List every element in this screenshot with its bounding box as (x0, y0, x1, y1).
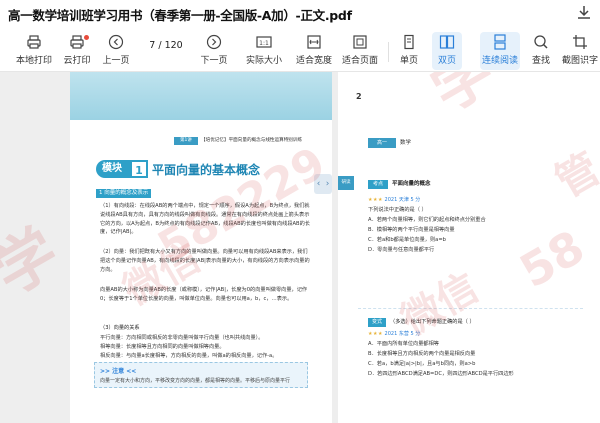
lesson-tag: 第1讲 (174, 137, 198, 145)
question-option: C．若a和b都是单位向量，则a=b (368, 237, 446, 243)
question-meta: ★★★ 2021 东营 5 分 (368, 330, 420, 338)
watermark: 学 (0, 214, 71, 309)
search-icon (534, 35, 548, 49)
fit-width-label: 适合宽度 (295, 56, 332, 66)
svg-text:1:1: 1:1 (259, 40, 269, 47)
find-label: 查找 (531, 56, 550, 66)
kp-title: 平面向量的概念 (392, 181, 431, 187)
local-print-label: 本地打印 (15, 56, 52, 66)
double-page-icon (439, 35, 455, 49)
fit-width-icon (307, 35, 321, 49)
actual-size-label: 实际大小 (245, 56, 282, 66)
next-page-button[interactable]: 下一页 (198, 34, 230, 68)
question-source: 2021 天津 5 分 (384, 197, 421, 203)
double-page-button[interactable]: 双页 (432, 32, 462, 70)
fit-width-button[interactable]: 适合宽度 (294, 34, 334, 68)
lesson-title: 【培优记忆】平面向量的概念与线性运算特别训练 (201, 138, 303, 143)
chevron-left-circle-icon (108, 34, 124, 50)
side-tab[interactable]: 研读 (338, 176, 354, 190)
find-button[interactable]: 查找 (530, 34, 552, 68)
divider (358, 308, 583, 309)
question-source: 2021 东营 5 分 (384, 331, 421, 337)
continuous-read-button[interactable]: 连续阅读 (480, 32, 520, 70)
actual-size-button[interactable]: 1:1 实际大小 (244, 34, 284, 68)
difficulty-stars: ★★★ (368, 331, 383, 337)
subject-label: 数学 (400, 140, 412, 146)
title-bar: 高一数学培训班学习用书（春季第一册-全国版-A加）-正文.pdf (0, 0, 600, 28)
note-text: 向量一定有大小和方向，平移改变方向的向量，都是相等的向量。平移后与原向量平行 (100, 378, 291, 384)
paragraph: （2）向量：我们把既有大小又有方向的量叫做向量。向量可以用有向线段AB来表示，我… (100, 249, 310, 273)
page-flip-control: ‹ › (314, 174, 332, 194)
download-icon[interactable] (576, 4, 592, 22)
continuous-read-label: 连续阅读 (481, 56, 518, 66)
document-viewport[interactable]: 第1讲 【培优记忆】平面向量的概念与线性运算特别训练 模块 1 平面向量的基本概… (0, 72, 600, 423)
paragraph: 相等向量：长度相等且方向相同的向量叫做相等向量。 (100, 344, 225, 350)
difficulty-stars: ★★★ (368, 197, 383, 203)
variant-title: （多选）给出下列命题正确的是（ ） (390, 319, 475, 325)
question-option: D．零向量与任意向量都平行 (368, 247, 435, 253)
page-number: 2 (356, 92, 362, 101)
toolbar-divider (388, 42, 389, 62)
next-page-label: 下一页 (200, 56, 228, 66)
question-option: D．若四边形ABCD满足AB=DC，则四边形ABCD是平行四边形 (368, 371, 514, 377)
page-indicator[interactable]: 7 / 120 (141, 40, 191, 54)
note-box: >> 注意 << 向量一定有大小和方向，平移改变方向的向量，都是相等的向量。平移… (94, 362, 308, 388)
question-stem: 下列说法中正确的是（ ） (368, 207, 427, 213)
page-current[interactable]: 7 (149, 40, 155, 51)
variant-tag: 变式 (368, 318, 386, 327)
paragraph: 平行向量：方向相同或相反的非零向量叫做平行向量（也叫共线向量）。 (100, 335, 264, 341)
screenshot-ocr-button[interactable]: 截图识字 (562, 34, 598, 68)
pdf-page-right: 2 高一 数学 考点 平面向量的概念 ★★★ 2021 天津 5 分 下列说法中… (338, 72, 600, 423)
chevron-right-circle-icon (206, 34, 222, 50)
paragraph: 相反向量：与向量a长度相等，方向相反的向量，叫做a的相反向量，记作-a。 (100, 353, 278, 359)
crop-icon (573, 35, 587, 49)
single-page-icon (404, 34, 414, 50)
single-page-label: 单页 (399, 56, 418, 66)
document-title: 高一数学培训班学习用书（春季第一册-全国版-A加）-正文.pdf (8, 8, 352, 23)
note-heading: >> 注意 << (100, 368, 137, 375)
paragraph: （1）有向线段：在线段AB的两个端点中，规定一个顺序，假设A为起点，B为终点，我… (100, 203, 310, 236)
flip-left-icon[interactable]: ‹ (314, 174, 323, 194)
question-option: C．若a，b满足|a|>|b|，且a与b同向，则a>b (368, 361, 476, 367)
question-option: B．模相等的两个平行向量是相等向量 (368, 227, 455, 233)
question-option: A．若两个向量相等，则它们的起点和终点分别重合 (368, 217, 486, 223)
question-meta: ★★★ 2021 天津 5 分 (368, 196, 420, 204)
module-number: 1 (130, 160, 148, 178)
local-print-button[interactable]: 本地打印 (14, 34, 54, 68)
actual-size-icon: 1:1 (256, 36, 272, 48)
module-title: 平面向量的基本概念 (152, 163, 261, 177)
section-heading: 1 向量的概念及表示 (96, 189, 152, 198)
screenshot-ocr-label: 截图识字 (562, 56, 599, 66)
continuous-read-icon (494, 34, 506, 50)
question-option: A．平面内所有单位向量都相等 (368, 341, 439, 347)
pdf-page-left: 第1讲 【培优记忆】平面向量的概念与线性运算特别训练 模块 1 平面向量的基本概… (70, 72, 332, 423)
question-option: B．长度相等且方向相反的两个向量是相反向量 (368, 351, 476, 357)
grade-tag: 高一 (368, 138, 396, 148)
toolbar: 本地打印 云打印 上一页 7 / 120 下一页 1:1 实际大小 适合宽度 适… (0, 28, 600, 72)
double-page-label: 双页 (437, 56, 456, 66)
prev-page-label: 上一页 (102, 56, 130, 66)
fit-page-button[interactable]: 适合页面 (340, 34, 380, 68)
printer-icon (27, 35, 41, 49)
cloud-print-label: 云打印 (63, 56, 91, 66)
single-page-button[interactable]: 单页 (396, 34, 422, 68)
flip-right-icon[interactable]: › (323, 174, 332, 194)
prev-page-button[interactable]: 上一页 (100, 34, 132, 68)
paragraph: 向量AB的大小称为向量AB的长度（或称模），记作|AB|，长度为0的向量叫做零向… (100, 287, 308, 302)
page-total: / 120 (158, 40, 183, 51)
fit-page-label: 适合页面 (341, 56, 378, 66)
subsection-heading: （3）向量的关系 (100, 325, 140, 331)
kp-tag: 考点 (368, 180, 388, 189)
page-banner (70, 72, 332, 120)
notification-dot (84, 35, 89, 40)
fit-page-icon (353, 35, 367, 49)
